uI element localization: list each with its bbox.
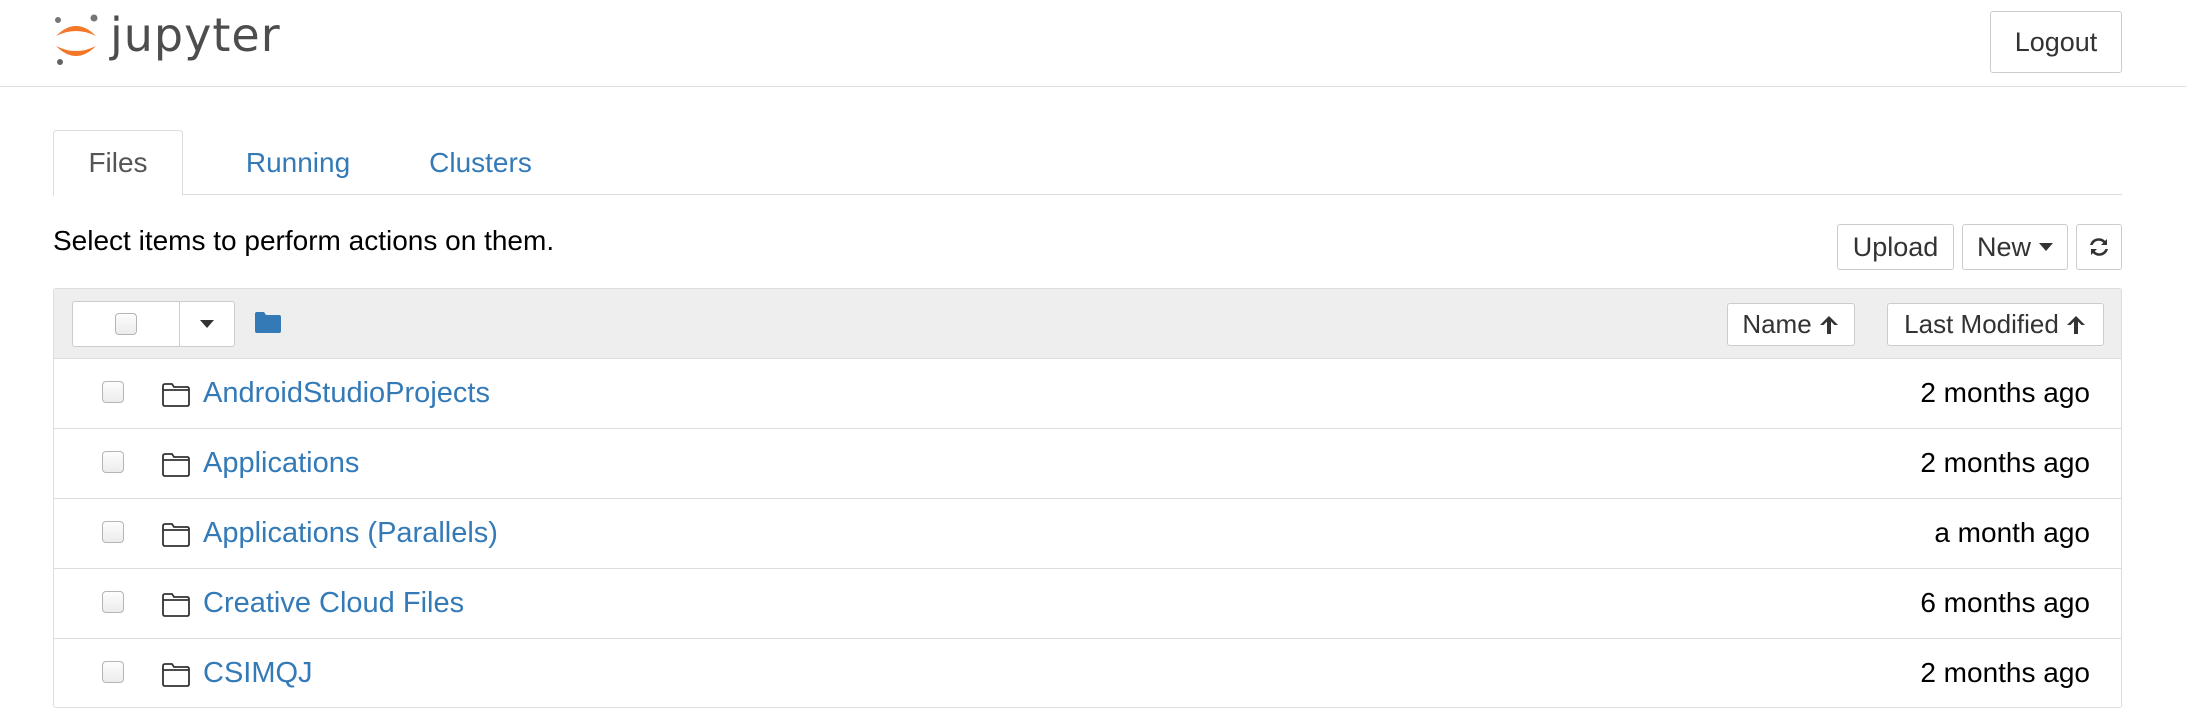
tab-bar: Files Running Clusters [53, 130, 2122, 196]
folder-icon [161, 592, 191, 623]
item-checkbox[interactable] [102, 521, 124, 543]
folder-icon [161, 662, 191, 693]
item-modified: a month ago [1934, 517, 2090, 548]
folder-icon [161, 452, 191, 483]
sort-name-label: Name [1742, 309, 1812, 339]
refresh-icon [2090, 238, 2108, 256]
select-all-checkbox-wrap [73, 302, 180, 346]
upload-button[interactable]: Upload [1837, 224, 1954, 270]
tab-running[interactable]: Running [223, 130, 373, 196]
sort-by-modified-button[interactable]: Last Modified [1887, 303, 2104, 346]
select-all-checkbox[interactable] [115, 313, 137, 335]
top-header: jupyter Logout [0, 0, 2186, 87]
list-item[interactable]: CSIMQJ 2 months ago [54, 639, 2121, 707]
arrow-up-icon [1819, 315, 1838, 334]
list-item[interactable]: AndroidStudioProjects 2 months ago [54, 359, 2121, 429]
item-checkbox[interactable] [102, 381, 124, 403]
item-name-link[interactable]: CSIMQJ [203, 657, 313, 690]
file-list-header: Name Last Modified [54, 289, 2121, 359]
caret-down-icon [2039, 243, 2053, 251]
item-checkbox[interactable] [102, 591, 124, 613]
item-modified: 2 months ago [1920, 377, 2090, 408]
jupyter-logo[interactable]: jupyter [52, 10, 281, 68]
folder-icon[interactable] [254, 310, 282, 339]
sort-modified-label: Last Modified [1904, 309, 2059, 339]
sort-by-name-button[interactable]: Name [1727, 303, 1855, 346]
select-all-group [72, 301, 235, 347]
caret-down-icon [200, 320, 214, 328]
instructions-text: Select items to perform actions on them. [53, 225, 555, 256]
new-button-label: New [1976, 231, 2031, 262]
item-name-link[interactable]: Applications [203, 447, 359, 480]
jupyter-logo-icon [55, 14, 98, 65]
tab-files[interactable]: Files [53, 130, 183, 196]
list-item[interactable]: Applications 2 months ago [54, 429, 2121, 499]
logout-button[interactable]: Logout [1990, 11, 2122, 73]
tab-clusters[interactable]: Clusters [398, 130, 563, 196]
folder-icon [161, 522, 191, 553]
item-name-link[interactable]: AndroidStudioProjects [203, 377, 490, 410]
item-name-link[interactable]: Applications (Parallels) [203, 517, 498, 550]
logo-text: jupyter [110, 8, 281, 62]
select-dropdown-button[interactable] [180, 302, 234, 346]
item-modified: 2 months ago [1920, 447, 2090, 478]
refresh-button[interactable] [2076, 224, 2122, 270]
arrow-up-icon [2066, 315, 2085, 334]
list-item[interactable]: Creative Cloud Files 6 months ago [54, 569, 2121, 639]
folder-icon [161, 382, 191, 413]
item-modified: 6 months ago [1920, 587, 2090, 618]
list-item[interactable]: Applications (Parallels) a month ago [54, 499, 2121, 569]
new-button[interactable]: New [1962, 224, 2068, 270]
file-list: Name Last Modified AndroidStudioProjects… [53, 288, 2122, 708]
item-checkbox[interactable] [102, 451, 124, 473]
item-name-link[interactable]: Creative Cloud Files [203, 587, 464, 620]
item-checkbox[interactable] [102, 661, 124, 683]
item-modified: 2 months ago [1920, 657, 2090, 688]
